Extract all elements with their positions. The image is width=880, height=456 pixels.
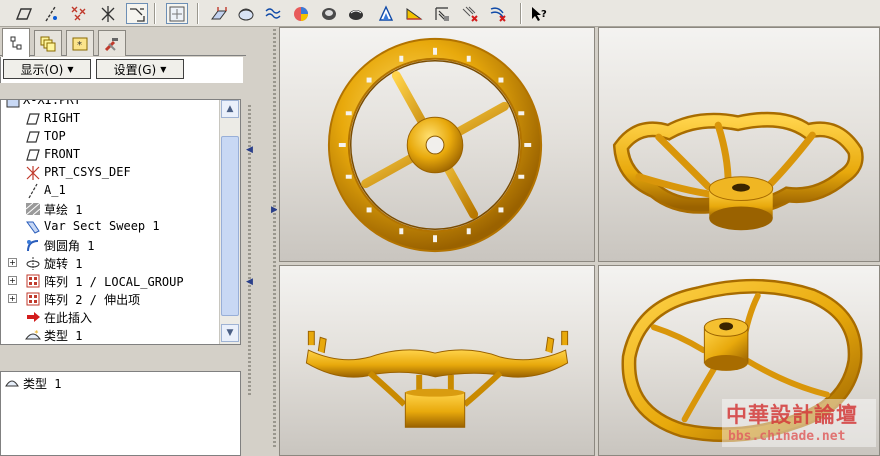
detail-item[interactable]: 类型 1 [4,374,61,393]
dropdown-arrow-icon: ▼ [160,64,167,74]
scroll-down-button[interactable]: ▼ [221,324,239,342]
sweep-feature-icon[interactable] [262,3,284,24]
tree-expander-icon[interactable]: + [8,294,17,303]
svg-text:*: * [77,40,82,51]
watermark-url: bbs.chinade.net [728,429,846,444]
scroll-up-button[interactable]: ▲ [221,100,239,118]
proe-window: ? * 显示(O) ▼ 设置(G) ▼ X-XI.PRT RIGHT TOP F… [0,0,880,456]
tree-scrollbar[interactable]: ▲ ▼ [219,100,240,344]
tree-splitter[interactable] [0,349,241,357]
tree-item-label: 类型 1 [44,329,83,343]
blend-feature-icon[interactable] [290,3,312,24]
tree-item-label: 阵列 2 / 伸出项 [44,293,141,307]
favorites-tab[interactable]: * [66,30,94,56]
coordinate-system-icon [25,165,41,181]
datum-axis-icon [25,183,41,199]
revolve-icon [25,255,41,271]
tree-item-label: 在此插入 [44,311,93,325]
datum-point-tool-icon[interactable] [68,3,90,24]
handwheel-isometric-view [612,111,864,231]
navigator-panel: * 显示(O) ▼ 设置(G) ▼ X-XI.PRT RIGHT TOP FRO… [0,27,246,456]
tree-item-label: RIGHT [44,111,81,125]
tree-item-label: 阵列 1 / LOCAL_GROUP [44,275,184,289]
navigator-tabs: * [0,27,246,57]
tree-item-label: Var Sect Sweep 1 [44,219,160,233]
datum-plane-icon [25,129,41,145]
coordinate-system-tool-icon[interactable] [97,3,119,24]
pattern-feature-icon[interactable] [459,3,481,24]
tree-item-label: 旋转 1 [44,257,83,271]
settings-menu-button[interactable]: 设置(G) ▼ [96,59,184,79]
sketch-icon [25,201,41,217]
tree-item-label: PRT_CSYS_DEF [44,165,131,179]
layers-tab[interactable] [34,30,62,56]
tools-tab[interactable] [98,30,126,56]
viewport-isometric[interactable] [598,27,880,262]
model-tree: X-XI.PRT RIGHT TOP FRONT PRT_CSYS_DEF A_1 草绘 … [0,99,241,345]
shell-feature-icon[interactable] [318,3,340,24]
layers-icon [40,36,56,51]
panel-sash[interactable]: ◀ ◀ ▶ [246,27,278,456]
rib-feature-icon[interactable] [403,3,425,24]
handwheel-side-view [305,330,569,428]
pattern-icon [25,291,41,307]
revolve-feature-icon[interactable] [235,3,257,24]
round-icon [25,237,41,253]
tree-expander-icon[interactable]: + [8,258,17,267]
type-feature-icon: * [25,327,41,343]
tree-item-label: 倒圆角 1 [44,239,95,253]
svg-text:?: ? [541,9,547,20]
handwheel-front-view [327,37,543,253]
settings-menu-label: 设置(G) [113,62,157,77]
insert-here-arrow-icon [25,309,41,325]
tree-menubar: 显示(O) ▼ 设置(G) ▼ [0,57,243,83]
sweep-icon [25,219,41,235]
round-feature-icon[interactable] [375,3,397,24]
datum-plane-icon [25,147,41,163]
collapse-arrow-icon[interactable]: ◀ [246,145,253,155]
part-icon [5,100,21,109]
tools-icon [104,37,118,51]
model-tree-icon [10,36,22,50]
detail-pane: 类型 1 [0,371,241,456]
favorites-icon: * [72,37,88,51]
type-feature-icon [4,374,20,393]
sketch-tool-icon[interactable] [166,3,188,24]
extrude-feature-icon[interactable] [208,3,230,24]
svg-text:*: * [34,329,39,338]
merge-feature-icon[interactable] [487,3,509,24]
show-menu-label: 显示(O) [20,62,64,77]
sash-grip [273,29,276,449]
tree-item-label: 草绘 1 [44,203,83,217]
graphics-area[interactable] [277,27,880,456]
analysis-feature-icon[interactable] [126,3,148,24]
collapse-arrow-icon[interactable]: ◀ [246,277,253,287]
tree-expander-icon[interactable]: + [8,276,17,285]
viewport-front[interactable] [279,27,595,262]
tree-root-label: X-XI.PRT [23,99,81,107]
tree-item-label: FRONT [44,147,81,161]
show-menu-button[interactable]: 显示(O) ▼ [3,59,91,79]
viewport-side[interactable] [279,265,595,456]
datum-plane-tool-icon[interactable] [13,3,35,24]
tree-item-label: A_1 [44,183,66,197]
scroll-thumb[interactable] [221,136,239,316]
model-tree-tab[interactable] [2,28,30,57]
feature-toolbar: ? [0,0,880,27]
watermark-title: 中華設計論壇 [726,402,858,427]
datum-plane-icon [25,111,41,127]
pattern-icon [25,273,41,289]
detail-item-label: 类型 1 [23,377,62,391]
datum-axis-tool-icon[interactable] [40,3,62,24]
forum-watermark: 中華設計論壇 bbs.chinade.net [722,399,876,447]
draft-feature-icon[interactable] [345,3,367,24]
dropdown-arrow-icon: ▼ [67,64,74,74]
hole-feature-icon[interactable] [431,3,453,24]
tree-item-label: TOP [44,129,66,143]
context-help-icon[interactable]: ? [528,3,550,24]
